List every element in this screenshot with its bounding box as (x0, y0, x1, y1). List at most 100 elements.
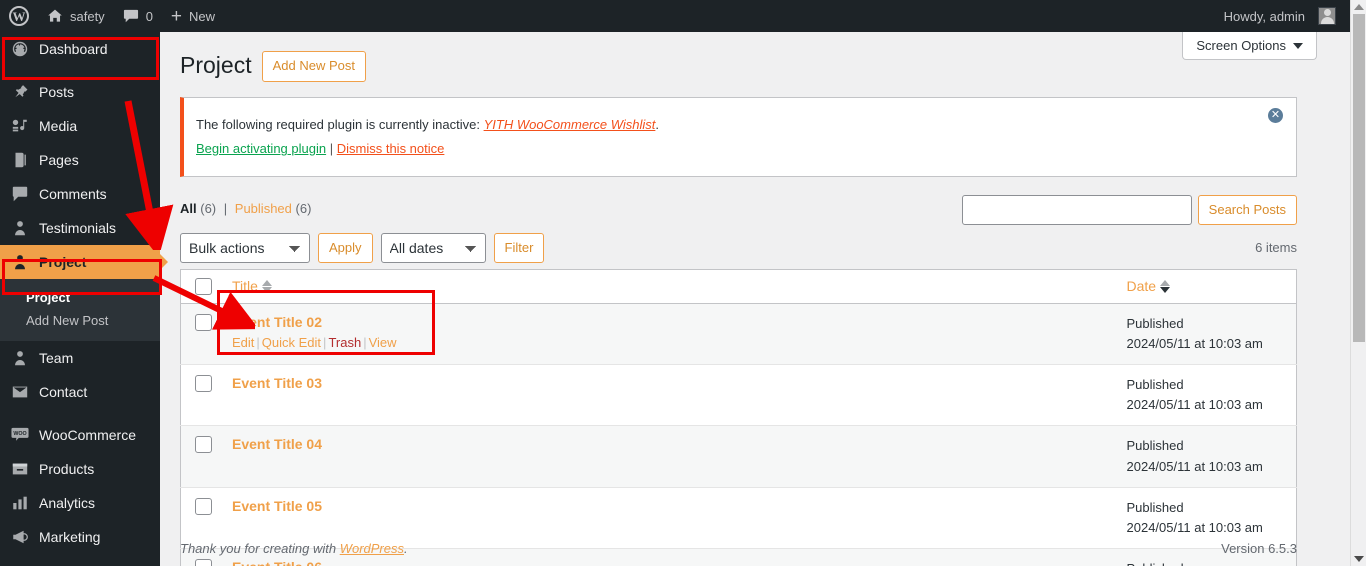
sidebar-subitem-add-new-post[interactable]: Add New Post (0, 309, 160, 332)
search-input[interactable] (961, 194, 1192, 225)
column-header-date[interactable]: Date (1116, 269, 1297, 304)
comments-bubble-button[interactable]: 0 (114, 0, 162, 32)
row-checkbox[interactable] (195, 313, 212, 331)
megaphone-icon (10, 527, 30, 547)
home-icon (47, 8, 63, 24)
comment-icon (123, 9, 139, 24)
sidebar-item-posts[interactable]: Posts (0, 75, 160, 109)
row-status: Published (1126, 499, 1184, 515)
items-count-label: 6 items (1255, 239, 1297, 255)
analytics-icon (10, 493, 30, 513)
sidebar-item-pages[interactable]: Pages (0, 143, 160, 177)
row-datetime: 2024/05/11 at 10:03 am (1126, 397, 1263, 413)
begin-activating-plugin-link[interactable]: Begin activating plugin (196, 141, 326, 156)
sort-date-link[interactable]: Date (1127, 278, 1171, 294)
sidebar-item-comments[interactable]: Comments (0, 177, 160, 211)
notice-action-separator: | (329, 141, 334, 157)
sidebar-item-testimonials[interactable]: Testimonials (0, 211, 160, 245)
sidebar-item-media[interactable]: Media (0, 109, 160, 143)
sidebar-item-contact[interactable]: Contact (0, 375, 160, 409)
add-new-post-button[interactable]: Add New Post (261, 51, 366, 82)
wp-logo-button[interactable]: W (0, 0, 38, 32)
date-filter-select[interactable]: All dates (380, 232, 486, 263)
row-title-cell: Event Title 03 Edit|Quick Edit|Trash|Vie… (222, 364, 1117, 426)
row-checkbox[interactable] (195, 436, 212, 454)
bulk-actions-select[interactable]: Bulk actions (180, 232, 310, 263)
row-checkbox[interactable] (195, 375, 212, 393)
sidebar-item-products[interactable]: Products (0, 452, 160, 486)
apply-button[interactable]: Apply (318, 232, 373, 263)
footer-thanks-before: Thank you for creating with (180, 541, 340, 556)
sidebar-item-label: Dashboard (39, 41, 108, 57)
admin-footer: Thank you for creating with WordPress. V… (160, 531, 1352, 566)
sort-title-link[interactable]: Title (232, 278, 272, 294)
woo-icon: WOO (10, 425, 30, 445)
filter-published-link[interactable]: Published (235, 201, 292, 216)
products-icon (10, 459, 30, 479)
table-row[interactable]: Event Title 04 Edit|Quick Edit|Trash|Vie… (180, 425, 1297, 488)
dismiss-notice-button[interactable]: ✕ (1268, 107, 1284, 124)
page-scrollbar[interactable] (1350, 0, 1366, 566)
row-datetime: 2024/05/11 at 10:03 am (1126, 335, 1263, 351)
row-action-view[interactable]: View (369, 335, 397, 350)
new-content-button[interactable]: + New (162, 0, 224, 32)
site-name-link[interactable]: safety (38, 0, 114, 32)
scroll-up-arrow-icon[interactable] (1354, 4, 1364, 10)
row-title-link[interactable]: Event Title 05 (232, 498, 322, 514)
plugin-link[interactable]: YITH WooCommerce Wishlist (484, 117, 656, 132)
row-action-quick-edit[interactable]: Quick Edit (262, 335, 321, 350)
row-action-edit[interactable]: Edit (232, 335, 254, 350)
my-account-menu[interactable]: Howdy, admin (1215, 0, 1366, 32)
screen-options-toggle[interactable]: Screen Options (1182, 32, 1317, 60)
row-title-link[interactable]: Event Title 04 (232, 436, 322, 452)
select-all-checkbox[interactable] (195, 277, 212, 295)
sidebar-item-woocommerce[interactable]: WOO WooCommerce (0, 418, 160, 452)
person-icon (10, 218, 30, 238)
sidebar-item-team[interactable]: Team (0, 341, 160, 375)
row-title-link[interactable]: Event Title 03 (232, 375, 322, 391)
row-date: Published 2024/05/11 at 10:03 am (1127, 375, 1287, 415)
notice-text-before: The following required plugin is current… (196, 116, 484, 132)
scrollbar-thumb[interactable] (1353, 14, 1365, 342)
filter-button[interactable]: Filter (493, 232, 545, 263)
chevron-down-icon (1293, 38, 1303, 53)
sidebar-item-label: Marketing (39, 529, 101, 545)
sidebar-item-label: WooCommerce (39, 427, 136, 443)
screen-options-label: Screen Options (1196, 38, 1286, 53)
sidebar-item-marketing[interactable]: Marketing (0, 520, 160, 554)
sort-indicator-icon (1160, 279, 1171, 293)
filter-all-link[interactable]: All (180, 201, 197, 216)
notice-text-after: . (655, 116, 660, 132)
footer-version: Version 6.5.3 (1221, 541, 1297, 556)
sidebar-item-analytics[interactable]: Analytics (0, 486, 160, 520)
row-title-cell: Event Title 04 Edit|Quick Edit|Trash|Vie… (222, 425, 1117, 488)
row-select-cell (180, 302, 222, 365)
posts-list-table: Title Date Event Title 02 Edit | Quick E… (180, 268, 1297, 566)
row-checkbox[interactable] (195, 497, 212, 515)
sidebar-item-dashboard[interactable]: Dashboard (0, 32, 160, 66)
wordpress-link[interactable]: WordPress (340, 541, 404, 556)
sidebar-subitem-project[interactable]: Project (0, 286, 160, 309)
svg-text:WOO: WOO (13, 431, 26, 437)
table-nav-top: Bulk actions Apply All dates Filter 6 it… (180, 232, 1297, 263)
sidebar-item-label: Team (39, 350, 74, 366)
scroll-down-arrow-icon[interactable] (1354, 556, 1364, 562)
site-name-label: safety (70, 8, 105, 24)
search-posts-button[interactable]: Search Posts (1197, 194, 1297, 225)
column-header-title[interactable]: Title (222, 269, 1117, 304)
sidebar-item-label: Contact (39, 384, 88, 400)
table-row[interactable]: Event Title 02 Edit | Quick Edit | Trash | Vie… (180, 302, 1297, 365)
dismiss-this-notice-link[interactable]: Dismiss this notice (337, 141, 445, 156)
list-top-bar: All (6) | Published (6) Search Posts (180, 194, 1297, 225)
page-title: Project (180, 52, 252, 79)
sidebar-item-project[interactable]: Project (0, 245, 168, 279)
row-title-link[interactable]: Event Title 02 (232, 314, 322, 330)
table-row[interactable]: Event Title 03 Edit|Quick Edit|Trash|Vie… (180, 364, 1297, 426)
row-select-cell (180, 364, 222, 426)
row-action-trash[interactable]: Trash (328, 335, 361, 350)
comments-count: 0 (145, 8, 153, 24)
row-date-cell: Published 2024/05/11 at 10:03 am (1116, 302, 1297, 365)
notice-message: The following required plugin is current… (196, 115, 1284, 135)
select-all-header (180, 269, 222, 304)
row-datetime: 2024/05/11 at 10:03 am (1126, 458, 1263, 474)
